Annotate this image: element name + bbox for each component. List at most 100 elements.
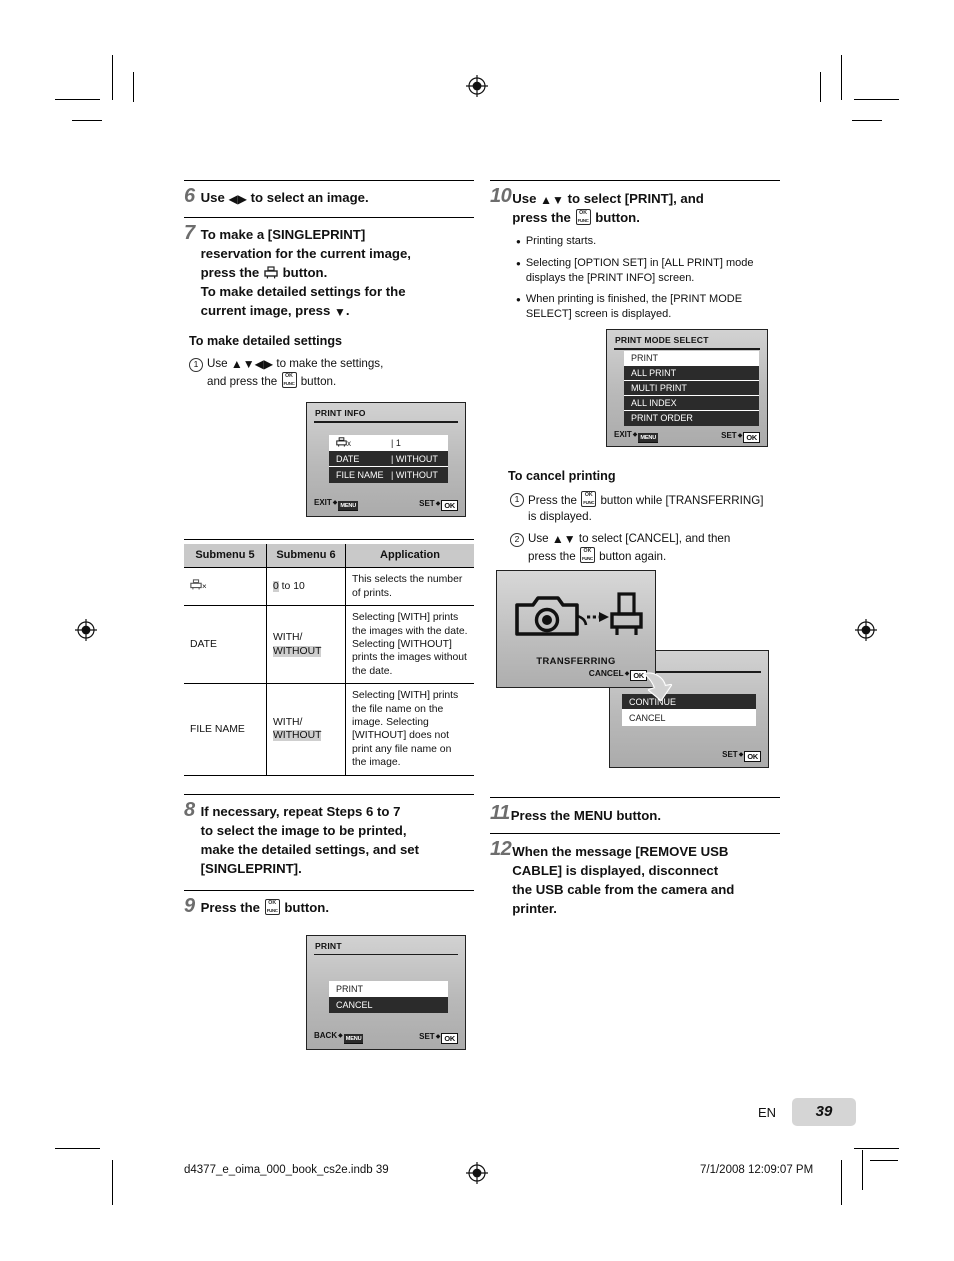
registration-mark-left bbox=[75, 619, 97, 641]
footer-left-label: EXIT bbox=[614, 430, 632, 439]
list-item[interactable]: DATE | WITHOUT bbox=[329, 451, 448, 467]
table-row: DATE WITH/WITHOUT Selecting [WITH] print… bbox=[184, 605, 474, 684]
menu-button-icon: MENU bbox=[343, 1033, 364, 1044]
list-item[interactable]: MULTI PRINT bbox=[624, 381, 759, 396]
ok-func-button-icon: OK FUNC bbox=[581, 491, 597, 507]
list-item[interactable]: CANCEL bbox=[622, 710, 756, 726]
step-10-line2-before: press the bbox=[512, 210, 571, 225]
col-header-submenu6: Submenu 6 bbox=[266, 544, 346, 568]
list-item[interactable]: PRINT bbox=[329, 980, 448, 997]
right-arrow-icon bbox=[238, 193, 247, 205]
title-divider bbox=[314, 421, 458, 423]
list-item[interactable]: ALL PRINT bbox=[624, 366, 759, 381]
step-8-line2: to select the image to be printed, bbox=[200, 822, 407, 838]
trim-mark-tr-v bbox=[820, 72, 821, 102]
bullet-dot-icon: ● bbox=[516, 259, 521, 268]
sub-1-end: button. bbox=[300, 375, 337, 388]
cell-submenu6: 0 to 10 bbox=[266, 567, 346, 606]
cell-submenu6: WITH/WITHOUT bbox=[266, 605, 346, 684]
trim-mark-tr-h bbox=[852, 120, 882, 121]
title-divider bbox=[614, 348, 760, 350]
list-item[interactable]: PRINT ORDER bbox=[624, 411, 759, 426]
list-item[interactable]: x | 1 bbox=[329, 435, 448, 451]
print-mode-list: PRINT ALL PRINT MULTI PRINT ALL INDEX PR… bbox=[624, 351, 759, 426]
step-9-after: button. bbox=[284, 899, 330, 915]
step-10-line2-after: button. bbox=[595, 210, 640, 225]
bullet-item: ● Selecting [OPTION SET] in [ALL PRINT] m… bbox=[508, 256, 780, 285]
cell-submenu5: × bbox=[184, 567, 267, 606]
screen-footer-right: SET◆ OK bbox=[721, 431, 760, 443]
step-7-line5-before: current image, press bbox=[200, 303, 331, 318]
down-arrow-icon bbox=[243, 358, 255, 370]
sub-1-mid: button while [TRANSFERRING] bbox=[600, 494, 764, 507]
menu-button-icon: MENU bbox=[338, 501, 359, 511]
step-8-number: 8 bbox=[184, 798, 195, 821]
step-8-line4: [SINGLEPRINT]. bbox=[200, 860, 302, 876]
footer-right-label: SET bbox=[419, 1031, 435, 1041]
menu-button-label: MENU bbox=[573, 808, 613, 823]
step-12-line2: CABLE] is displayed, disconnect bbox=[512, 863, 719, 878]
step-9-text: Press the OK FUNC button. bbox=[201, 896, 329, 917]
step-11-text: Press the MENU button. bbox=[511, 803, 661, 825]
screen-footer-right: SET◆ OK bbox=[419, 499, 458, 511]
page-number: 39 bbox=[815, 1103, 833, 1120]
print-info-list: x | 1 DATE | WITHOUT FILE NAME | WITHOUT bbox=[329, 435, 448, 483]
bullet-text: When printing is finished, the [PRINT MO… bbox=[525, 293, 743, 320]
step-7-line4: To make detailed settings for the bbox=[200, 284, 406, 299]
crop-mark-br-v bbox=[841, 1160, 842, 1205]
crop-mark-tl-v bbox=[112, 55, 113, 100]
row-label: ALL INDEX bbox=[631, 398, 677, 408]
step-12-text: When the message [REMOVE USB CABLE] is d… bbox=[512, 839, 734, 918]
row-label: CANCEL bbox=[336, 999, 373, 1010]
cell-submenu5: DATE bbox=[184, 605, 267, 684]
right-arrow-icon bbox=[264, 358, 273, 370]
ok-button-icon: OK bbox=[441, 1032, 458, 1044]
camera-to-printer-illustration bbox=[511, 589, 643, 650]
step-12-line4: printer. bbox=[512, 901, 557, 916]
table-row: FILE NAME WITH/WITHOUT Selecting [WITH] … bbox=[184, 683, 474, 775]
step-6-text-after: to select an image. bbox=[250, 190, 369, 205]
highlight-value: WITHOUT bbox=[273, 730, 322, 742]
registration-mark-right bbox=[855, 619, 877, 641]
footer-right-label: SET bbox=[419, 499, 435, 508]
detailed-settings-sub-1: 1 Use to make the settings, and press th… bbox=[184, 356, 474, 390]
step-10-text: Use to select [PRINT], and press the OKF… bbox=[512, 186, 704, 227]
registration-mark-top bbox=[466, 75, 488, 97]
crop-mark-bl-h bbox=[55, 1148, 100, 1149]
plain-value: to 10 bbox=[278, 581, 305, 593]
table-row: × 0 to 10 This selects the number of pri… bbox=[184, 567, 474, 606]
row-value: | 1 bbox=[391, 438, 401, 448]
list-item[interactable]: FILE NAME | WITHOUT bbox=[329, 467, 448, 483]
right-column: 10 Use to select [PRINT], and press the … bbox=[490, 180, 780, 918]
up-arrow-icon bbox=[231, 358, 243, 370]
ok-button-icon: OK bbox=[744, 751, 761, 762]
row-label: ALL PRINT bbox=[631, 368, 677, 378]
step-7-line5-after: . bbox=[345, 303, 350, 318]
list-item[interactable]: ALL INDEX bbox=[624, 396, 759, 411]
print-screen-title: PRINT bbox=[315, 940, 342, 951]
sub-2-before: Use bbox=[528, 532, 549, 545]
sub-1-line2: is displayed. bbox=[528, 510, 592, 523]
step-10: 10 Use to select [PRINT], and press the … bbox=[490, 181, 780, 227]
list-item[interactable]: CANCEL bbox=[329, 997, 448, 1013]
step-10-line1-before: Use bbox=[512, 191, 537, 206]
bullet-item: ● Printing starts. bbox=[508, 234, 780, 249]
table-header-row: Submenu 5 Submenu 6 Application bbox=[184, 544, 474, 568]
plain-value: WITH/ bbox=[273, 717, 303, 729]
step-7-number: 7 bbox=[184, 222, 195, 244]
transferring-screen: TRANSFERRING CANCEL◆ OK bbox=[496, 570, 656, 688]
table-top-rule bbox=[184, 539, 474, 540]
transferring-status-text: TRANSFERRING bbox=[536, 655, 616, 666]
trim-mark-br-h bbox=[870, 1160, 898, 1161]
up-arrow-icon bbox=[552, 533, 564, 545]
crop-mark-tr-h bbox=[854, 99, 899, 100]
crop-mark-tl-h bbox=[55, 99, 100, 100]
list-item[interactable]: PRINT bbox=[624, 351, 759, 366]
screen-footer-right: SET◆ OK bbox=[722, 750, 761, 762]
sub-1-after2: and press the bbox=[207, 375, 278, 388]
step-6-text-before: Use bbox=[200, 190, 225, 205]
highlight-value: WITHOUT bbox=[273, 645, 322, 657]
footer-filename: d4377_e_oima_000_book_cs2e.indb 39 bbox=[184, 1164, 389, 1176]
step-7-line3: press the button. bbox=[201, 263, 411, 282]
sub-2-line2-after: button again. bbox=[599, 550, 667, 563]
